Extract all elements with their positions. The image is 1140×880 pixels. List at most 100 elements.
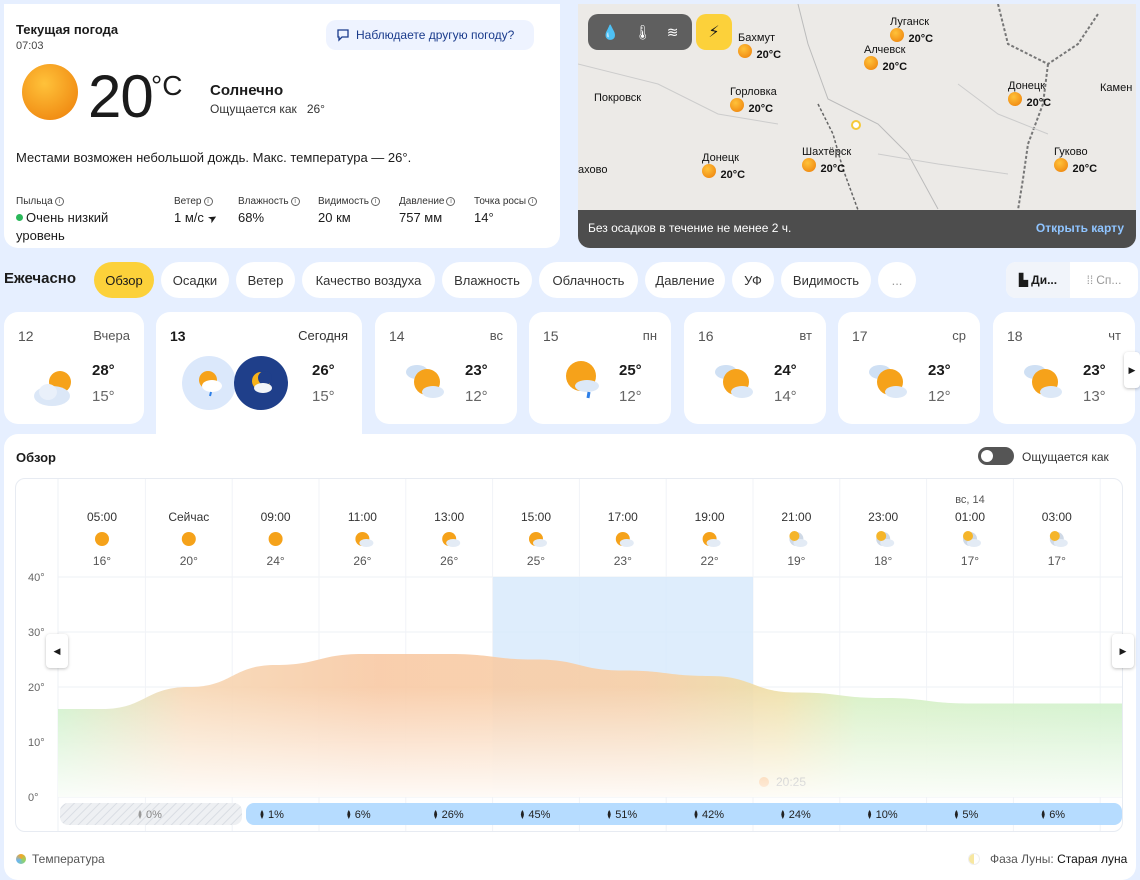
map-city[interactable]: Донецк 20°C (702, 152, 745, 183)
observation-time: 07:03 (16, 40, 44, 52)
hour-temp-label: 22° (701, 554, 719, 568)
day-card[interactable]: 17 ср 23° 12° (838, 312, 980, 424)
condition-text: Солнечно (210, 82, 284, 99)
thunderstorm-layer-icon[interactable]: ⚡ (696, 14, 732, 50)
cloud-icon (706, 539, 721, 547)
hourly-title: Ежечасно (4, 270, 77, 287)
wind-direction-icon: ➤ (205, 211, 220, 227)
temperature-unit: °C (151, 70, 183, 101)
sun-icon (22, 64, 78, 120)
map-city[interactable]: Шахтёрск 20°C (802, 146, 851, 177)
hour-temp-label: 18° (874, 554, 892, 568)
tab-visibility[interactable]: Видимость (781, 262, 871, 298)
temperature-layer-icon[interactable]: 🌡 (634, 24, 652, 41)
feels-like-toggle-label: Ощущается как (1022, 450, 1109, 464)
view-toggle: ▙ Ди... ⁞⁞ Сп... (1006, 262, 1138, 298)
info-icon: i (528, 197, 538, 206)
moon-icon (968, 853, 980, 865)
precip-prob-label: 24% (789, 809, 811, 821)
day-card-today[interactable]: 13 Сегодня 26° 15° (156, 312, 362, 442)
hour-label: 15:00 (521, 510, 551, 524)
moon-cloud-icon (252, 371, 272, 393)
overview-title: Обзор (16, 450, 56, 465)
weather-map[interactable]: 💧 🌡 ≋ ⚡ Луганск 20°C Бахмут 20°C Алчевск… (578, 4, 1136, 248)
feels-like: Ощущается как 26° (210, 102, 325, 116)
area-fade (58, 687, 1122, 797)
info-icon: i (290, 197, 300, 206)
tab-wind[interactable]: Ветер (236, 262, 295, 298)
sun-icon (268, 532, 283, 546)
map-city[interactable]: Гуково 20°C (1054, 146, 1097, 177)
chart-next-arrow-icon[interactable]: ▶ (1112, 634, 1134, 668)
days-next-arrow-icon[interactable]: ▶ (1124, 352, 1140, 388)
hour-label: 17:00 (608, 510, 638, 524)
day-card[interactable]: 16 вт 24° 14° (684, 312, 826, 424)
moon-icon (963, 531, 973, 541)
tab-cloudiness[interactable]: Облачность (539, 262, 638, 298)
sun-cloud-icon (1024, 365, 1062, 398)
map-nowcast-message: Без осадков в течение не менее 2 ч. (588, 221, 792, 235)
precip-prob-label: 6% (1049, 809, 1065, 821)
day-card[interactable]: 14 вс 23° 12° (375, 312, 517, 424)
partly-cloudy-icon (34, 371, 71, 406)
info-icon: i (446, 197, 456, 206)
hour-label: 19:00 (695, 510, 725, 524)
sun-cloud-icon (406, 365, 444, 398)
map-city[interactable]: Камен (1100, 82, 1132, 94)
open-map-link[interactable]: Открыть карту (1036, 221, 1124, 235)
sun-cloud-icon (869, 365, 907, 398)
tab-pressure[interactable]: Давление (645, 262, 725, 298)
precip-prob-label: 45% (528, 809, 550, 821)
view-list-button[interactable]: ⁞⁞ Сп... (1070, 262, 1138, 298)
chart-icon: ▙ (1018, 273, 1029, 287)
other-weather-button[interactable]: Наблюдаете другую погоду? (326, 20, 534, 50)
map-city[interactable]: Алчевск 20°C (864, 44, 907, 75)
precip-prob-label: 42% (702, 809, 724, 821)
precipitation-layer-icon[interactable]: 💧 (602, 24, 619, 41)
dew-point-metric: Точка росы i 14° (474, 196, 538, 225)
view-diagram-button[interactable]: ▙ Ди... (1006, 262, 1070, 298)
sun-rain-icon (199, 371, 222, 397)
day-card[interactable]: 15 пн 25° 12° (529, 312, 671, 424)
pollen-metric: Пыльца i Очень низкий уровень (16, 196, 109, 243)
moon-icon (876, 531, 887, 541)
precip-prob-label: 51% (615, 809, 637, 821)
day-card[interactable]: 12 Вчера 28° 15° (4, 312, 144, 424)
list-icon: ⁞⁞ (1086, 273, 1094, 287)
temperature-legend-icon (16, 854, 26, 864)
map-layer-controls: 💧 🌡 ≋ (588, 14, 692, 50)
tab-precipitation[interactable]: Осадки (161, 262, 229, 298)
hourly-chart[interactable]: 40° 30° 20° 10° 0° 05:00 16° Сейчас 20° 09:00 24°… (15, 478, 1123, 832)
hour-temp-label: 26° (440, 554, 458, 568)
map-city[interactable]: Бахмут 20°C (738, 32, 781, 63)
tab-humidity[interactable]: Влажность (442, 262, 532, 298)
cloud-icon (533, 539, 547, 547)
feels-like-toggle[interactable] (978, 447, 1014, 465)
moon-icon (1049, 531, 1060, 541)
hour-label: 23:00 (868, 510, 898, 524)
tab-more[interactable]: ... (878, 262, 916, 298)
chart-prev-arrow-icon[interactable]: ◀ (46, 634, 68, 668)
pollen-level-dot (16, 214, 23, 221)
map-city[interactable]: ахово (578, 164, 607, 176)
map-city[interactable]: Покровск (594, 92, 641, 104)
hour-temp-label: 24° (267, 554, 285, 568)
next-day-label: вс, 14 (955, 494, 985, 506)
tab-uv[interactable]: УФ (732, 262, 774, 298)
map-city[interactable]: Луганск 20°C (890, 16, 933, 47)
other-weather-label: Наблюдаете другую погоду? (356, 28, 515, 42)
current-weather-card: Текущая погода 07:03 Наблюдаете другую п… (4, 4, 560, 248)
hour-label: 05:00 (87, 510, 117, 524)
y-tick-label: 0° (28, 792, 39, 804)
map-city[interactable]: Горловка 20°C (730, 86, 777, 117)
day-card[interactable]: 18 чт 23° 13° (993, 312, 1135, 424)
hour-label: 11:00 (348, 510, 377, 524)
hour-label: 09:00 (261, 510, 291, 524)
hour-temp-label: 25° (527, 554, 545, 568)
wind-layer-icon[interactable]: ≋ (667, 24, 679, 41)
map-city[interactable]: Донецк 20°C (1008, 80, 1051, 111)
tab-overview[interactable]: Обзор (94, 262, 154, 298)
info-icon: i (203, 197, 213, 206)
sun-rain-icon (566, 361, 599, 399)
tab-air-quality[interactable]: Качество воздуха (302, 262, 435, 298)
